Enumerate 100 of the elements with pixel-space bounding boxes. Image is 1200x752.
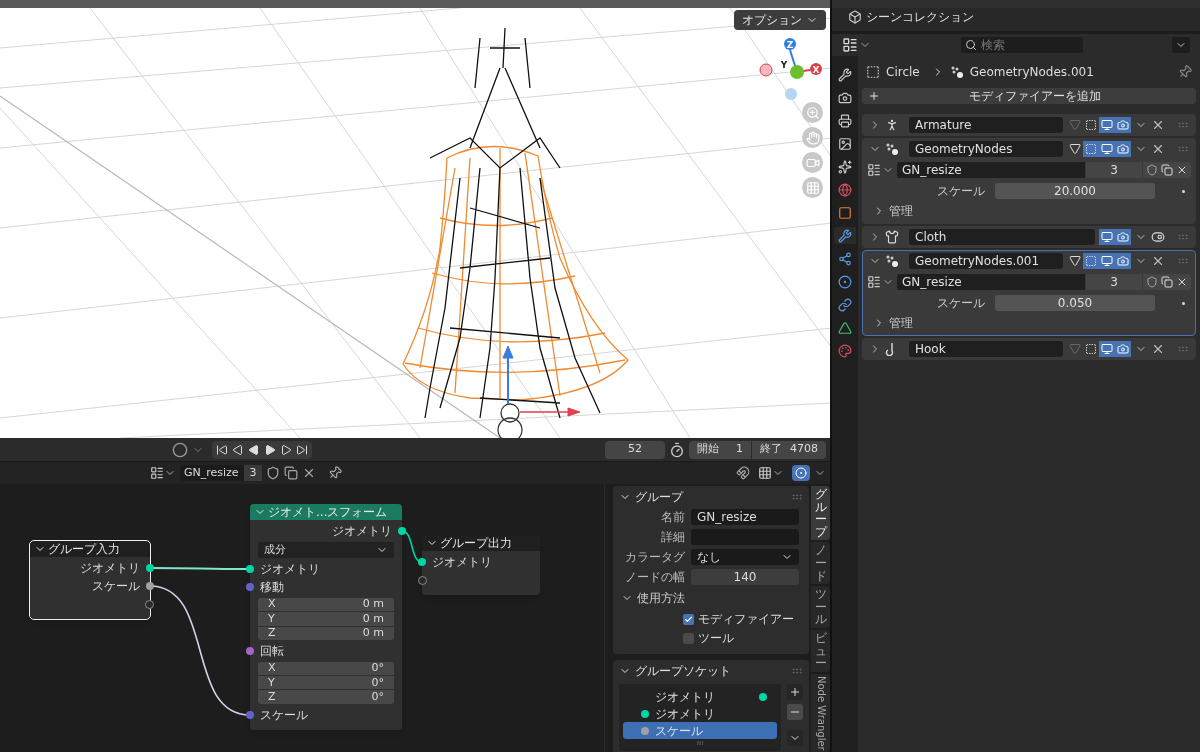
number-field[interactable]: 140 (691, 568, 799, 585)
modifier-name-field[interactable]: GeometryNodes (909, 141, 1063, 157)
mode-dropdown[interactable]: 成分 (258, 542, 394, 558)
add-modifier-button[interactable]: モディファイアーを追加 (862, 88, 1196, 104)
sidebar-tab[interactable]: ノード (811, 542, 830, 585)
shield-icon[interactable] (266, 466, 280, 480)
wrench-icon[interactable] (834, 227, 856, 244)
on-cage-toggle[interactable] (1067, 117, 1083, 133)
axis-handle[interactable]: X (810, 63, 822, 75)
subpanel-title[interactable]: 管理 (889, 202, 913, 220)
color-tag-dropdown[interactable]: なし (691, 548, 799, 565)
move-arrow-up[interactable] (502, 345, 514, 405)
node-tree-icon[interactable] (867, 163, 881, 177)
current-frame-field[interactable]: 52 (605, 440, 665, 459)
search-field[interactable]: 検索 (960, 37, 1083, 53)
shield-icon[interactable] (1146, 164, 1158, 176)
node-header[interactable]: グループ出力 (422, 535, 540, 551)
close-icon[interactable] (302, 466, 316, 480)
play-reverse-icon[interactable] (248, 443, 260, 456)
edit-mode-toggle[interactable] (1083, 141, 1099, 157)
checkbox[interactable] (683, 632, 694, 644)
edit-mode-toggle[interactable] (1083, 253, 1099, 269)
viewport-toggle[interactable] (1099, 341, 1115, 357)
viewport-toggle[interactable] (1099, 229, 1115, 245)
grip-icon[interactable] (791, 665, 803, 677)
sidebar-tab[interactable]: グループ (811, 486, 830, 541)
keyframe-icon[interactable] (172, 441, 188, 458)
render-toggle[interactable] (1115, 253, 1131, 269)
viewport-toggle[interactable] (1099, 141, 1115, 157)
grip-icon[interactable] (1177, 119, 1189, 131)
magnet-icon[interactable] (736, 466, 750, 480)
text-field[interactable]: GN_resize (691, 508, 799, 525)
jump-start-icon[interactable] (216, 443, 228, 456)
overlay-toggle-icon[interactable] (792, 465, 810, 481)
breadcrumb-modifier[interactable]: GeometryNodes.001 (969, 63, 1094, 81)
stopwatch-icon[interactable] (669, 441, 685, 458)
number-field[interactable]: 0.050 (995, 295, 1155, 311)
empty-socket[interactable] (145, 600, 154, 609)
sidebar-tab[interactable]: Node Wrangler (811, 673, 830, 752)
end-frame-field[interactable]: 終了 4708 (752, 440, 826, 459)
close-icon[interactable] (1151, 142, 1165, 156)
vector-field[interactable]: X 0 m (258, 598, 394, 612)
node-tree-icon[interactable] (867, 275, 881, 289)
edit-mode-toggle[interactable] (1083, 117, 1099, 133)
empty-socket[interactable] (418, 576, 427, 585)
socket-list-item[interactable]: スケール (623, 722, 777, 739)
close-icon[interactable] (1151, 254, 1165, 268)
breadcrumb-object[interactable]: Circle (886, 63, 920, 81)
vector-field[interactable]: X 0° (258, 661, 394, 676)
options-dropdown[interactable]: オプション (734, 10, 826, 30)
subpanel-title[interactable]: 使用方法 (637, 589, 685, 607)
viewport-toggle[interactable] (1099, 117, 1115, 133)
snap-grid-icon[interactable] (758, 466, 772, 480)
axis-handle[interactable]: Z (784, 38, 796, 50)
node-tree-icon[interactable] (150, 466, 164, 480)
prev-keyframe-icon[interactable] (232, 443, 244, 456)
render-toggle[interactable] (1115, 117, 1131, 133)
grip-icon[interactable] (1177, 343, 1189, 355)
move-arrow-right[interactable] (519, 407, 581, 417)
vector-field[interactable]: Y 0 m (258, 612, 394, 626)
copy-icon[interactable] (1161, 164, 1173, 176)
panel-title[interactable]: グループ (635, 488, 683, 506)
close-icon[interactable] (1176, 164, 1188, 176)
jump-end-icon[interactable] (296, 443, 308, 456)
close-icon[interactable] (1176, 276, 1188, 288)
on-cage-toggle[interactable] (1067, 341, 1083, 357)
close-icon[interactable] (1151, 342, 1165, 356)
sidebar-tab[interactable]: ツール (811, 586, 830, 628)
panel-title[interactable]: グループソケット (635, 662, 731, 680)
socket-list-item[interactable]: ジオメトリ (623, 688, 777, 705)
modifier-name-field[interactable]: Armature (909, 117, 1063, 133)
outliner-item[interactable]: シーンコレクション (866, 8, 974, 26)
subpanel-title[interactable]: 管理 (889, 314, 913, 332)
remove-socket-icon[interactable] (787, 704, 803, 720)
node-header[interactable]: ジオメト...スフォーム (250, 504, 402, 520)
editor-type-icon[interactable] (842, 37, 858, 53)
start-frame-field[interactable]: 開始 1 (689, 440, 751, 459)
next-keyframe-icon[interactable] (280, 443, 292, 456)
socket-menu-icon[interactable] (787, 730, 803, 746)
axis-handle[interactable]: Y (780, 60, 804, 79)
edit-mode-toggle[interactable] (1083, 341, 1099, 357)
render-toggle[interactable] (1115, 141, 1131, 157)
node-header[interactable]: グループ入力 (30, 541, 150, 557)
grip-icon[interactable] (1177, 231, 1189, 243)
socket-list-item[interactable]: ジオメトリ (623, 705, 777, 722)
add-socket-icon[interactable] (787, 684, 803, 700)
play-icon[interactable] (264, 443, 276, 456)
vector-field[interactable]: Y 0° (258, 676, 394, 690)
number-field[interactable]: 20.000 (995, 183, 1155, 199)
modifier-name-field[interactable]: Hook (909, 341, 1063, 357)
vector-field[interactable]: Z 0° (258, 690, 394, 704)
checkbox[interactable] (683, 613, 694, 625)
sidebar-tab[interactable]: ビュー (811, 629, 830, 672)
options-chevron-icon[interactable] (1172, 37, 1190, 53)
toggle-icon[interactable] (1151, 230, 1165, 244)
grip-icon[interactable] (1177, 255, 1189, 267)
negative-x-handle[interactable] (759, 63, 773, 77)
grip-icon[interactable] (694, 739, 706, 747)
copy-icon[interactable] (1161, 276, 1173, 288)
vector-field[interactable]: Z 0 m (258, 626, 394, 640)
